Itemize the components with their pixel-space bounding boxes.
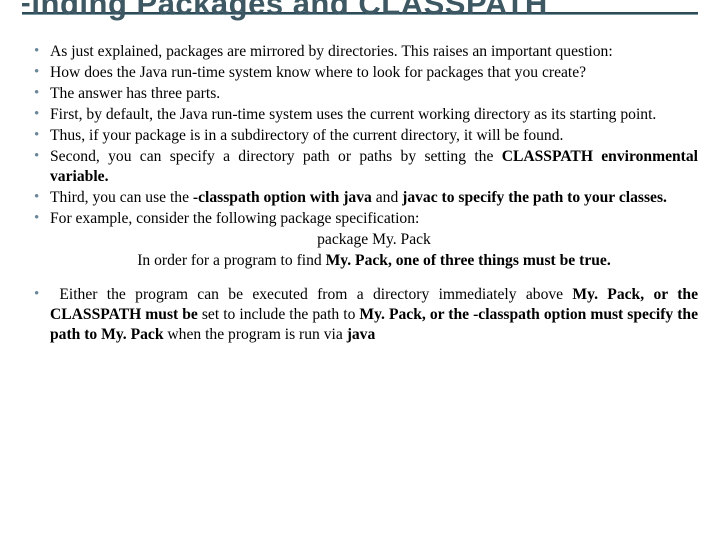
- bullet-item: Thus, if your package is in a subdirecto…: [38, 126, 698, 146]
- bullet-item: For example, consider the following pack…: [38, 209, 698, 271]
- example-code-line: package My. Pack: [50, 230, 698, 250]
- bullet-item: Third, you can use the -classpath option…: [38, 188, 698, 208]
- bullet-item: As just explained, packages are mirrored…: [38, 42, 698, 62]
- spacer: [22, 271, 698, 285]
- bullet-list: As just explained, packages are mirrored…: [22, 42, 698, 270]
- bullet-list-2: Either the program can be executed from …: [22, 285, 698, 345]
- bullet-text: For example, consider the following pack…: [50, 210, 419, 227]
- title-area: Finding Packages and CLASSPATH: [22, 0, 698, 36]
- bullet-item: How does the Java run-time system know w…: [38, 63, 698, 83]
- bullet-item: First, by default, the Java run-time sys…: [38, 105, 698, 125]
- bullet-item: Either the program can be executed from …: [38, 285, 698, 345]
- example-followup: In order for a program to find My. Pack,…: [50, 251, 698, 271]
- bullet-item: The answer has three parts.: [38, 84, 698, 104]
- slide-title: Finding Packages and CLASSPATH: [22, 0, 548, 24]
- bullet-item: Second, you can specify a directory path…: [38, 147, 698, 187]
